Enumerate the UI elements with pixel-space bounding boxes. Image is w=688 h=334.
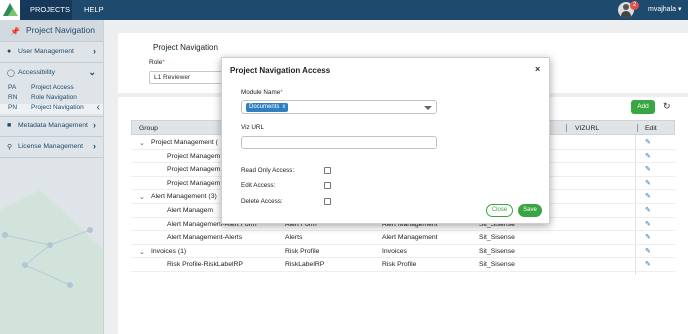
top-navbar: PROJECTS HELP 2 mvajhala ▾ <box>0 0 688 20</box>
table-cell: Risk Profile <box>285 247 320 255</box>
table-cell: Invoices (1) <box>151 247 187 255</box>
read-only-access-checkbox[interactable] <box>324 167 331 174</box>
expand-toggle-icon[interactable]: ⌄ <box>139 193 145 201</box>
table-cell: Invoices <box>382 247 407 255</box>
table-cell: Project Managem <box>167 166 221 174</box>
page-title: Project Navigation <box>153 43 218 52</box>
chevron-right-icon: › <box>93 46 96 56</box>
sidebar-item-label: License Management <box>18 143 83 150</box>
nav-projects-tab[interactable]: PROJECTS <box>20 0 72 20</box>
edit-icon[interactable]: ✎ <box>645 152 651 160</box>
edit-icon[interactable]: ✎ <box>645 220 651 228</box>
close-button[interactable]: Close <box>486 204 513 217</box>
chevron-right-icon: › <box>93 141 96 151</box>
expand-toggle-icon[interactable]: ⌄ <box>139 139 145 147</box>
sidebar-subitem-project-navigation[interactable]: PN Project Navigation ‹ <box>0 102 103 114</box>
table-cell: Alerts <box>285 234 303 242</box>
edit-icon[interactable]: ✎ <box>645 233 651 241</box>
sidebar-item-license-management[interactable]: ⚲ License Management › <box>0 137 103 157</box>
table-cell: Project Managem <box>167 152 221 160</box>
project-navigation-access-modal: Project Navigation Access × Module Name*… <box>221 57 550 224</box>
add-button[interactable]: Add <box>631 100 655 114</box>
sidebar-item-accessibility[interactable]: ◯ Accessibility ⌄ <box>0 63 103 83</box>
table-row[interactable]: Risk Profile-RiskLabelRP RiskLabelRP Risk … <box>131 258 675 272</box>
read-only-access-label: Read Only Access: <box>241 167 295 174</box>
sidebar-item-label: Metadata Management <box>18 122 88 129</box>
sidebar-item-metadata-management[interactable]: ■ Metadata Management › <box>0 116 103 136</box>
user-icon: ● <box>7 48 12 55</box>
modal-title: Project Navigation Access <box>230 66 331 75</box>
sidebar-header: 📌 Project Navigation <box>0 20 103 42</box>
table-cell: Alert Management (3) <box>151 193 217 201</box>
chevron-down-icon: ⌄ <box>88 67 96 77</box>
table-cell: Alert Management-Alerts <box>167 234 243 242</box>
dropdown-arrow-icon[interactable] <box>424 106 432 110</box>
table-cell: Project Managem <box>167 179 221 187</box>
save-button[interactable]: Save <box>518 204 542 217</box>
sidebar-item-label: User Management <box>18 48 74 55</box>
table-cell: Alert Management <box>382 234 438 242</box>
table-cell: Sit_Sisense <box>479 247 515 255</box>
group-column-header[interactable]: Group <box>139 125 158 132</box>
table-cell: Risk Profile-RiskLabelRP <box>167 261 243 269</box>
edit-icon[interactable]: ✎ <box>645 247 651 255</box>
license-icon: ⚲ <box>7 144 13 151</box>
table-cell: Sit_Sisense <box>479 261 515 269</box>
edit-icon[interactable]: ✎ <box>645 206 651 214</box>
sidebar-subitem-project-access[interactable]: PA Project Access <box>0 84 103 94</box>
subitem-label: Project Access <box>31 84 74 91</box>
delete-access-label: Delete Access: <box>241 198 283 205</box>
edit-icon[interactable]: ✎ <box>645 165 651 173</box>
edit-icon[interactable]: ✎ <box>645 260 651 268</box>
expand-toggle-icon[interactable]: ⌄ <box>139 248 145 256</box>
subitem-abbr: PN <box>8 104 18 111</box>
viz-url-label: Viz URL <box>241 124 264 131</box>
chevron-right-icon: › <box>93 120 96 130</box>
vizurl-column-header[interactable]: VIZURL <box>575 125 599 132</box>
subitem-label: Project Navigation <box>31 104 84 111</box>
edit-icon[interactable]: ✎ <box>645 179 651 187</box>
viz-url-input[interactable] <box>241 136 437 149</box>
module-chip: Documents x <box>246 103 289 112</box>
sidebar-title: Project Navigation <box>26 25 95 35</box>
delete-access-checkbox[interactable] <box>324 198 331 205</box>
sidebar-item-user-management[interactable]: ● User Management › <box>0 42 103 62</box>
subitem-abbr: PA <box>8 84 17 91</box>
pin-icon[interactable]: 📌 <box>10 27 20 36</box>
app-logo[interactable] <box>0 0 20 20</box>
metadata-icon: ■ <box>7 122 12 129</box>
sidebar-subitem-role-navigation[interactable]: RN Role Navigation <box>0 94 103 104</box>
group-row[interactable]: ⌄ Invoices (1) Risk Profile Invoices Sit_Sis… <box>131 245 675 259</box>
edit-access-checkbox[interactable] <box>324 182 331 189</box>
edit-column-header: Edit <box>645 125 657 132</box>
accessibility-icon: ◯ <box>7 70 15 77</box>
refresh-icon[interactable]: ↻ <box>663 101 671 112</box>
module-name-label: Module Name* <box>241 89 283 96</box>
edit-icon[interactable]: ✎ <box>645 192 651 200</box>
edit-access-label: Edit Access: <box>241 182 276 189</box>
role-label: Role* <box>149 59 165 66</box>
user-menu[interactable]: mvajhala ▾ <box>648 0 681 20</box>
sidebar: 📌 Project Navigation ● User Management ›… <box>0 20 104 334</box>
table-cell: Sit_Sisense <box>479 234 515 242</box>
chip-remove-icon[interactable]: x <box>282 104 285 110</box>
table-cell: Alert Managem <box>167 207 214 214</box>
table-cell: Risk Profile <box>382 261 417 269</box>
table-cell: Project Management ( <box>151 139 218 146</box>
sidebar-item-label: Accessibility <box>18 69 56 76</box>
subitem-abbr: RN <box>8 94 18 101</box>
nav-help-tab[interactable]: HELP <box>74 0 104 20</box>
chevron-left-icon: ‹ <box>96 102 100 113</box>
table-cell: RiskLabelRP <box>285 261 325 269</box>
sidebar-decoration <box>0 190 103 334</box>
module-name-select[interactable]: Documents x <box>241 100 437 114</box>
table-row[interactable]: Alert Management-Alerts Alerts Alert Manag… <box>131 231 675 245</box>
close-icon[interactable]: × <box>535 64 540 74</box>
subitem-label: Role Navigation <box>31 94 77 101</box>
edit-icon[interactable]: ✎ <box>645 138 651 146</box>
notification-badge[interactable]: 2 <box>630 1 639 10</box>
